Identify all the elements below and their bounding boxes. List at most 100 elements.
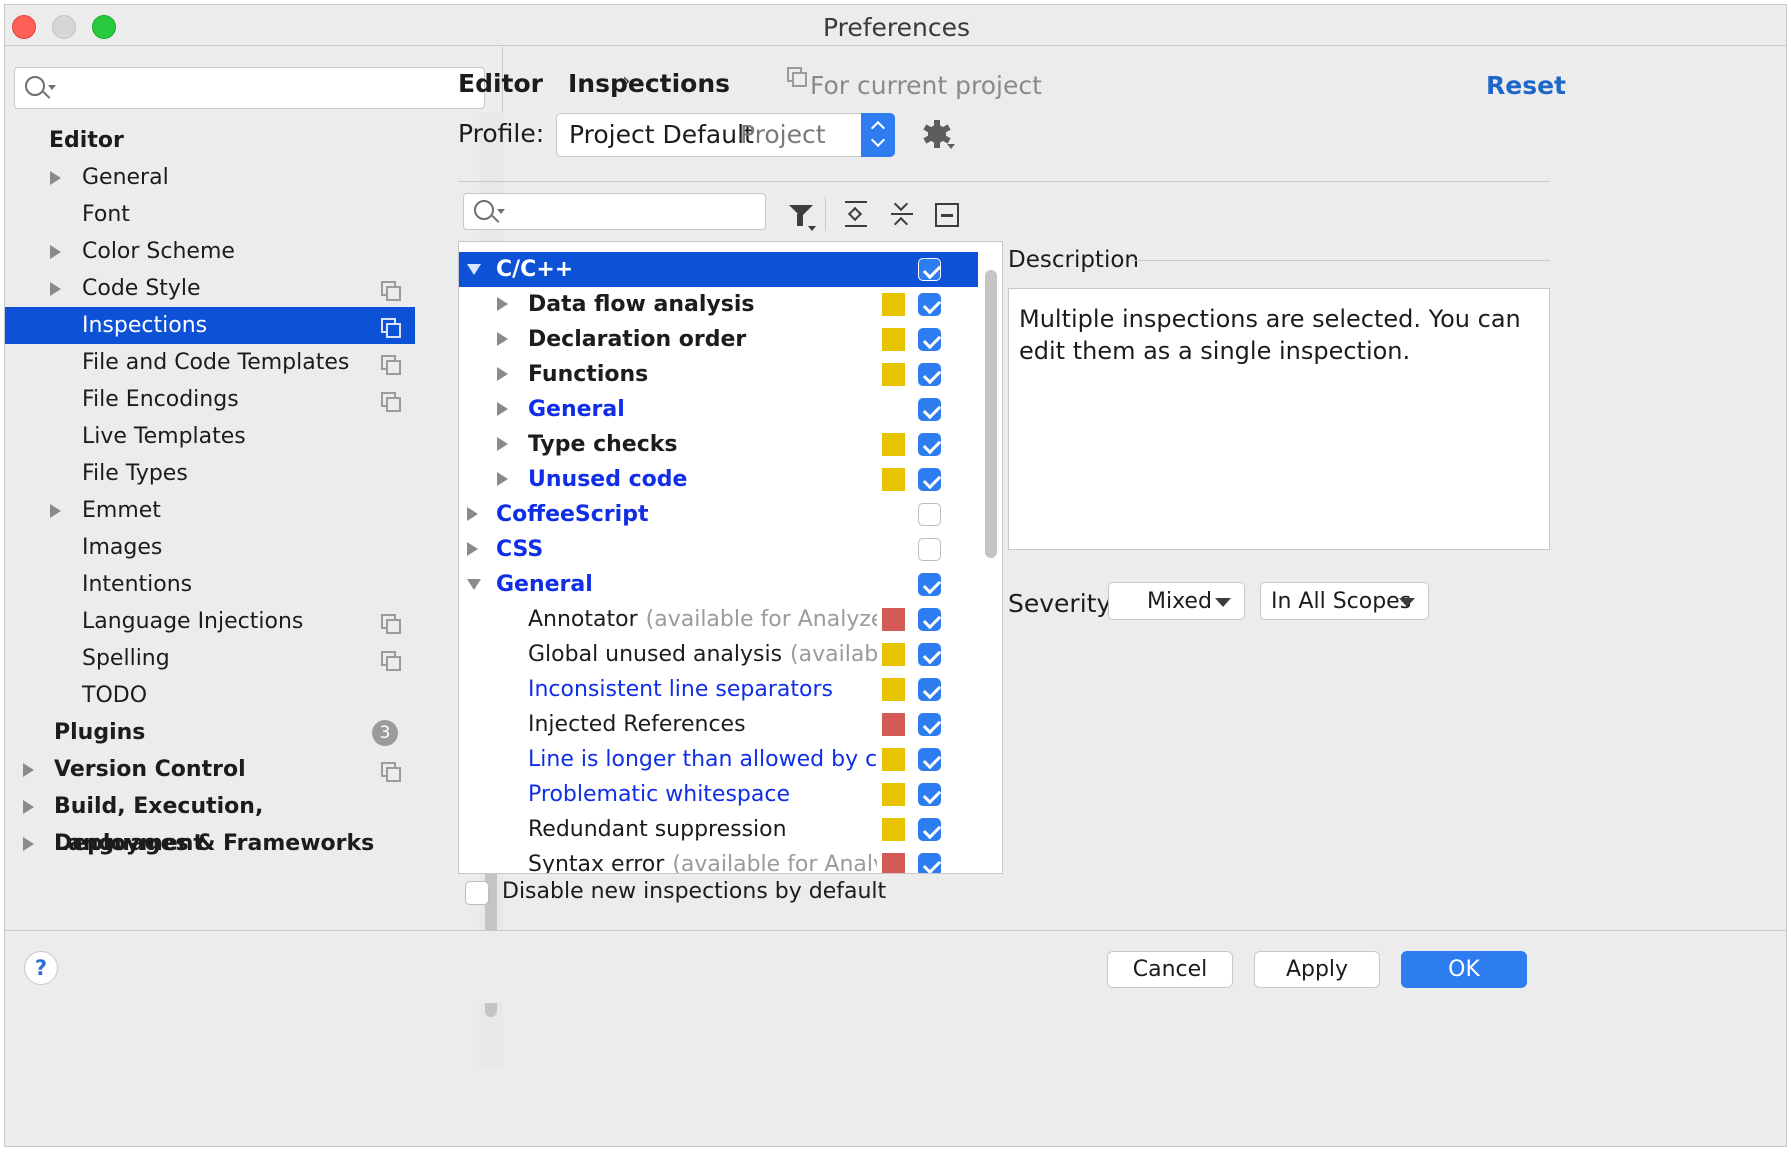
- expand-arrow-icon[interactable]: [23, 800, 34, 814]
- inspection-enabled-checkbox[interactable]: [918, 433, 941, 456]
- expand-arrow-icon[interactable]: [497, 402, 508, 416]
- sidebar-item[interactable]: Font: [5, 196, 415, 233]
- inspection-enabled-checkbox[interactable]: [918, 293, 941, 316]
- inspection-enabled-checkbox[interactable]: [918, 783, 941, 806]
- disable-new-inspections-label[interactable]: Disable new inspections by default: [502, 879, 886, 904]
- inspection-enabled-checkbox[interactable]: [918, 363, 941, 386]
- inspection-row[interactable]: General: [459, 392, 978, 427]
- collapse-arrow-icon[interactable]: [467, 264, 481, 275]
- inspection-row[interactable]: CSS: [459, 532, 978, 567]
- inspection-row[interactable]: CoffeeScript: [459, 497, 978, 532]
- inspection-row[interactable]: Declaration order: [459, 322, 978, 357]
- search-history-dropdown-icon[interactable]: [48, 85, 56, 90]
- expand-arrow-icon[interactable]: [497, 332, 508, 346]
- inspection-enabled-checkbox[interactable]: [918, 818, 941, 841]
- sidebar-item[interactable]: TODO: [5, 677, 415, 714]
- expand-arrow-icon[interactable]: [50, 282, 61, 296]
- sidebar-item[interactable]: File Encodings: [5, 381, 415, 418]
- inspection-enabled-checkbox[interactable]: [918, 678, 941, 701]
- scope-dropdown[interactable]: In All Scopes: [1260, 582, 1429, 620]
- sidebar-item[interactable]: Code Style: [5, 270, 415, 307]
- sidebar-item[interactable]: Editor: [5, 122, 415, 159]
- inspection-row[interactable]: C/C++: [459, 252, 978, 287]
- inspection-row[interactable]: Inconsistent line separators: [459, 672, 978, 707]
- title-bar: Preferences: [5, 5, 1786, 46]
- expand-arrow-icon[interactable]: [23, 837, 34, 851]
- breadcrumb-parent[interactable]: Editor: [458, 69, 543, 98]
- sidebar-item[interactable]: Emmet: [5, 492, 415, 529]
- sidebar-item[interactable]: Plugins 3: [5, 714, 415, 751]
- reset-link[interactable]: Reset: [1486, 71, 1566, 100]
- inspection-row[interactable]: Injected References: [459, 707, 978, 742]
- inspection-enabled-checkbox[interactable]: [918, 643, 941, 666]
- expand-arrow-icon[interactable]: [467, 507, 478, 521]
- sidebar-item[interactable]: File and Code Templates: [5, 344, 415, 381]
- inspection-search-input[interactable]: [463, 193, 766, 230]
- inspection-enabled-checkbox[interactable]: [918, 853, 941, 873]
- tree-scrollbar-thumb[interactable]: [985, 270, 997, 558]
- sidebar-item[interactable]: Build, Execution, Deployment: [5, 788, 415, 856]
- collapse-arrow-icon[interactable]: [467, 579, 481, 590]
- inspection-enabled-checkbox[interactable]: [918, 748, 941, 771]
- inspection-row[interactable]: Syntax error (available for Analy:: [459, 847, 978, 874]
- inspection-row[interactable]: General: [459, 567, 978, 602]
- inspection-enabled-checkbox[interactable]: [918, 503, 941, 526]
- inspection-row[interactable]: Problematic whitespace: [459, 777, 978, 812]
- settings-search-input[interactable]: [14, 67, 485, 109]
- inspection-row[interactable]: Data flow analysis: [459, 287, 978, 322]
- inspection-row[interactable]: Type checks: [459, 427, 978, 462]
- inspection-enabled-checkbox[interactable]: [918, 608, 941, 631]
- severity-swatch: [882, 363, 905, 386]
- help-icon[interactable]: ?: [24, 951, 58, 985]
- group-icon[interactable]: [929, 199, 963, 231]
- inspection-enabled-checkbox[interactable]: [918, 258, 941, 281]
- sidebar-item[interactable]: Language Injections: [5, 603, 415, 640]
- filter-icon[interactable]: [783, 199, 817, 231]
- expand-arrow-icon[interactable]: [50, 504, 61, 518]
- sidebar-item[interactable]: File Types: [5, 455, 415, 492]
- inspection-enabled-checkbox[interactable]: [918, 538, 941, 561]
- inspection-enabled-checkbox[interactable]: [918, 573, 941, 596]
- sidebar-item[interactable]: General: [5, 159, 415, 196]
- sidebar-item[interactable]: Intentions: [5, 566, 415, 603]
- sidebar-item[interactable]: Images: [5, 529, 415, 566]
- sidebar-item[interactable]: Color Scheme: [5, 233, 415, 270]
- tree-scrollbar[interactable]: [978, 242, 1002, 873]
- apply-button[interactable]: Apply: [1254, 951, 1380, 988]
- expand-arrow-icon[interactable]: [467, 542, 478, 556]
- expand-all-icon[interactable]: [839, 199, 873, 231]
- search-history-dropdown-icon[interactable]: [497, 209, 505, 214]
- inspection-row[interactable]: Global unused analysis (available: [459, 637, 978, 672]
- plugins-update-badge: 3: [372, 720, 398, 746]
- expand-arrow-icon[interactable]: [50, 171, 61, 185]
- ok-button[interactable]: OK: [1401, 951, 1527, 988]
- inspection-enabled-checkbox[interactable]: [918, 398, 941, 421]
- inspection-enabled-checkbox[interactable]: [918, 468, 941, 491]
- sidebar-item[interactable]: Inspections: [5, 307, 415, 344]
- sidebar-item[interactable]: Version Control: [5, 751, 415, 788]
- expand-arrow-icon[interactable]: [50, 245, 61, 259]
- profile-stepper-icon[interactable]: [861, 113, 895, 157]
- cancel-button[interactable]: Cancel: [1107, 951, 1233, 988]
- inspection-enabled-checkbox[interactable]: [918, 713, 941, 736]
- expand-arrow-icon[interactable]: [497, 472, 508, 486]
- profile-select[interactable]: Project Default Project: [556, 113, 895, 157]
- inspection-row[interactable]: Functions: [459, 357, 978, 392]
- expand-arrow-icon[interactable]: [497, 367, 508, 381]
- inspection-row[interactable]: Redundant suppression: [459, 812, 978, 847]
- disable-new-inspections-checkbox[interactable]: [465, 881, 489, 905]
- inspection-row[interactable]: Unused code: [459, 462, 978, 497]
- collapse-all-icon[interactable]: [885, 196, 919, 232]
- expand-arrow-icon[interactable]: [497, 297, 508, 311]
- sidebar-item[interactable]: Live Templates: [5, 418, 415, 455]
- expand-arrow-icon[interactable]: [497, 437, 508, 451]
- sidebar-item[interactable]: Spelling: [5, 640, 415, 677]
- gear-icon[interactable]: [923, 120, 955, 149]
- inspection-row[interactable]: Line is longer than allowed by cc: [459, 742, 978, 777]
- inspection-enabled-checkbox[interactable]: [918, 328, 941, 351]
- expand-arrow-icon[interactable]: [23, 763, 34, 777]
- inspection-name: Syntax error: [528, 852, 665, 874]
- inspection-row[interactable]: Annotator (available for Analyze: [459, 602, 978, 637]
- sidebar-item[interactable]: Languages & Frameworks: [5, 825, 415, 862]
- severity-dropdown[interactable]: Mixed: [1108, 582, 1245, 620]
